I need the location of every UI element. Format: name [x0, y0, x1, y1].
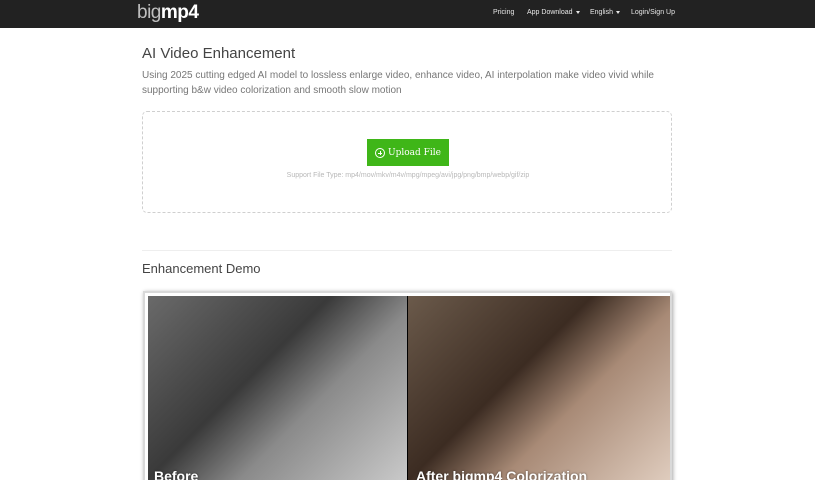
chevron-down-icon [575, 10, 580, 14]
nav-app-download-label: App Download [527, 9, 573, 16]
after-image: After bigmp4 Colorization [408, 296, 670, 480]
nav-language-dropdown[interactable]: English [590, 9, 620, 16]
demo-section-title: Enhancement Demo [142, 261, 261, 276]
supported-file-types: Support File Type: mp4/mov/mkv/m4v/mpg/m… [286, 172, 530, 179]
before-image: Before [148, 296, 407, 480]
bigmp4-logo[interactable]: bigmp4 [137, 1, 199, 25]
chevron-down-icon [615, 10, 620, 14]
nav-pricing-link[interactable]: Pricing [493, 9, 514, 16]
after-label: After bigmp4 Colorization [416, 468, 588, 480]
navbar: bigmp4 Pricing App Download English Logi… [0, 0, 815, 28]
logo-bold-text: mp4 [160, 2, 199, 23]
demo-comparison[interactable]: Before After bigmp4 Colorization [143, 291, 672, 480]
nav-login-link[interactable]: Login/Sign Up [631, 9, 675, 16]
nav-app-download-dropdown[interactable]: App Download [527, 9, 580, 16]
plus-circle-icon [375, 147, 386, 158]
upload-button-label: Upload File [388, 147, 441, 158]
logo-light-text: big [137, 2, 161, 23]
section-divider [142, 250, 672, 251]
page-description: Using 2025 cutting edged AI model to los… [142, 70, 654, 96]
before-label: Before [154, 468, 199, 480]
upload-dropzone[interactable]: Upload File Support File Type: mp4/mov/m… [142, 111, 672, 213]
upload-file-button[interactable]: Upload File [367, 139, 449, 166]
nav-language-label: English [590, 9, 613, 16]
page-title: AI Video Enhancement [142, 45, 296, 62]
